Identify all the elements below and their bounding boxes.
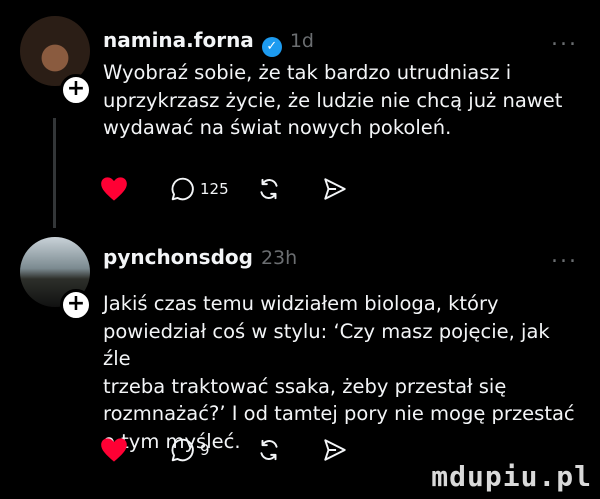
thread-line <box>53 118 56 228</box>
username[interactable]: namina.forna <box>103 28 254 52</box>
timestamp: 23h <box>260 247 298 269</box>
post-header: namina.forna ✓ 1d <box>103 28 314 57</box>
comment-button[interactable]: 9 <box>170 437 256 463</box>
timestamp: 1d <box>289 30 314 52</box>
comment-button[interactable]: 125 <box>170 176 256 202</box>
post-text: Jakiś czas temu widziałem biologa, który… <box>103 292 575 453</box>
share-icon <box>324 178 346 200</box>
comment-icon <box>171 438 194 462</box>
like-button[interactable] <box>100 176 170 202</box>
reply-count: 9 <box>200 441 210 459</box>
repost-button[interactable] <box>256 437 322 463</box>
verified-badge-icon: ✓ <box>261 36 282 57</box>
like-button[interactable] <box>100 437 170 463</box>
action-bar: 9 <box>100 437 348 463</box>
comment-icon <box>171 177 194 201</box>
watermark: mdupiu.pl <box>431 460 592 493</box>
heart-icon <box>101 177 127 201</box>
action-bar: 125 <box>100 176 348 202</box>
repost-button[interactable] <box>256 176 322 202</box>
username[interactable]: pynchonsdog <box>103 245 253 269</box>
share-icon <box>324 439 346 461</box>
post-header: pynchonsdog 23h <box>103 245 297 269</box>
post-1: + namina.forna ✓ 1d ... Wyobraź sobie, ż… <box>0 0 600 235</box>
post-text: Wyobraź sobie, że tak bardzo utrudniasz … <box>103 61 563 139</box>
share-button[interactable] <box>322 437 348 463</box>
follow-plus-icon[interactable]: + <box>60 289 92 321</box>
follow-plus-icon[interactable]: + <box>60 74 92 106</box>
share-button[interactable] <box>322 176 348 202</box>
more-options-button[interactable]: ... <box>551 26 578 51</box>
more-options-button[interactable]: ... <box>551 243 578 268</box>
reply-count: 125 <box>200 180 229 198</box>
repost-icon <box>260 439 278 461</box>
heart-icon <box>101 438 127 462</box>
repost-icon <box>260 178 278 200</box>
